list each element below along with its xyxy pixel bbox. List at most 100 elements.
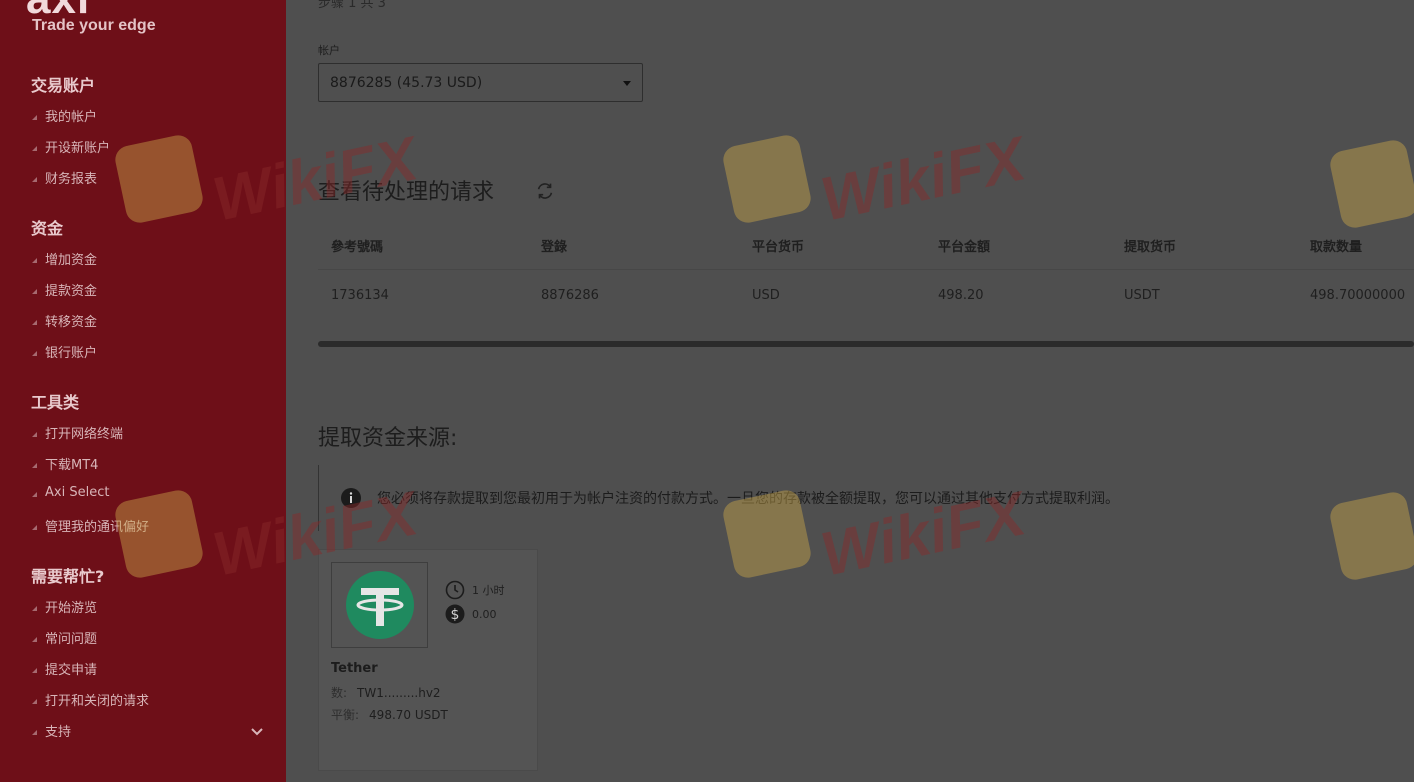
table-horizontal-scrollbar[interactable] bbox=[318, 341, 1414, 347]
section-title-trading-accounts: 交易账户 bbox=[31, 76, 96, 95]
info-notice: 您必须将存款提取到您最初用于为帐户注资的付款方式。一旦您的存款被全额提取，您可以… bbox=[318, 465, 1378, 531]
info-icon bbox=[341, 488, 361, 508]
bullet-icon bbox=[32, 115, 37, 120]
table-cell: 498.70000000 bbox=[1310, 287, 1406, 303]
sidebar: axi Trade your edge 交易账户 我的帐户 开设新账户 财务报表… bbox=[0, 0, 286, 782]
bullet-icon bbox=[32, 606, 37, 611]
withdraw-fee: $ 0.00 bbox=[445, 604, 497, 624]
table-cell: 8876286 bbox=[541, 287, 599, 303]
bullet-icon bbox=[32, 525, 37, 530]
pending-requests-title: 查看待处理的请求 bbox=[318, 180, 495, 205]
bullet-icon bbox=[32, 463, 37, 468]
sidebar-item-submit-request[interactable]: 提交申请 bbox=[32, 659, 97, 678]
sidebar-item-start-tour[interactable]: 开始游览 bbox=[32, 597, 97, 616]
table-cell: USD bbox=[752, 287, 780, 303]
column-header: 取款数量 bbox=[1310, 240, 1363, 255]
withdraw-sources-title: 提取资金来源: bbox=[318, 426, 458, 451]
sidebar-item-withdraw-funds[interactable]: 提款资金 bbox=[32, 280, 97, 299]
dollar-icon: $ bbox=[445, 604, 465, 624]
wallet-number-label: 数: bbox=[331, 686, 348, 700]
bullet-icon bbox=[32, 492, 37, 497]
wallet-balance-label: 平衡: bbox=[331, 708, 360, 722]
main-content: 步骤 1 共 3 帐户 8876285 (45.73 USD) 查看待处理的请求… bbox=[286, 0, 1414, 782]
bullet-icon bbox=[32, 177, 37, 182]
sidebar-item-label: 下载MT4 bbox=[45, 458, 99, 473]
payment-method-card[interactable]: 1 小时 $ 0.00 Tether 数: TW1.........hv2 平衡:… bbox=[318, 549, 538, 771]
column-header: 平台金額 bbox=[938, 240, 991, 255]
column-header: 平台货币 bbox=[752, 240, 805, 255]
bullet-icon bbox=[32, 668, 37, 673]
table-cell: 1736134 bbox=[331, 287, 389, 303]
sidebar-item-label: 开始游览 bbox=[45, 601, 98, 616]
sidebar-item-download-mt4[interactable]: 下载MT4 bbox=[32, 454, 98, 473]
bullet-icon bbox=[32, 289, 37, 294]
sidebar-item-web-terminal[interactable]: 打开网络终端 bbox=[32, 423, 123, 442]
sidebar-item-faq[interactable]: 常问问题 bbox=[32, 628, 97, 647]
pending-requests-table: 參考號碼 登錄 平台货币 平台金額 提取货币 取款数量 1736134 8876… bbox=[318, 222, 1414, 320]
bullet-icon bbox=[32, 730, 37, 735]
tether-logo-box bbox=[331, 562, 428, 648]
column-header: 登錄 bbox=[541, 240, 568, 255]
sidebar-item-label: 提款资金 bbox=[45, 284, 98, 299]
sidebar-item-label: 开设新账户 bbox=[45, 141, 111, 156]
withdraw-fee-value: 0.00 bbox=[472, 607, 497, 621]
sidebar-item-statements[interactable]: 财务报表 bbox=[32, 168, 97, 187]
sidebar-item-support[interactable]: 支持 bbox=[32, 721, 71, 740]
bullet-icon bbox=[32, 637, 37, 642]
sidebar-item-bank-accounts[interactable]: 银行账户 bbox=[32, 342, 97, 361]
account-select[interactable]: 8876285 (45.73 USD) bbox=[318, 63, 643, 102]
wallet-number-value: TW1.........hv2 bbox=[357, 686, 441, 700]
wallet-balance: 平衡: 498.70 USDT bbox=[331, 706, 448, 723]
sidebar-item-axi-select[interactable]: Axi Select bbox=[32, 485, 109, 500]
bullet-icon bbox=[32, 146, 37, 151]
sidebar-item-label: 转移资金 bbox=[45, 315, 98, 330]
sidebar-item-transfer-funds[interactable]: 转移资金 bbox=[32, 311, 97, 330]
bullet-icon bbox=[32, 320, 37, 325]
svg-text:$: $ bbox=[451, 607, 460, 623]
sidebar-item-label: 打开网络终端 bbox=[45, 427, 124, 442]
sidebar-item-label: 管理我的通讯偏好 bbox=[45, 520, 150, 535]
account-label: 帐户 bbox=[318, 44, 340, 57]
tether-icon bbox=[346, 571, 414, 639]
sidebar-item-label: 常问问题 bbox=[45, 632, 98, 647]
sidebar-item-label: 打开和关闭的请求 bbox=[45, 694, 150, 709]
wallet-balance-value: 498.70 USDT bbox=[369, 708, 448, 722]
notice-text: 您必须将存款提取到您最初用于为帐户注资的付款方式。一旦您的存款被全额提取，您可以… bbox=[377, 491, 1119, 507]
bullet-icon bbox=[32, 258, 37, 263]
bullet-icon bbox=[32, 351, 37, 356]
refresh-icon[interactable] bbox=[534, 180, 556, 202]
sidebar-item-label: 财务报表 bbox=[45, 172, 98, 187]
sidebar-item-label: 提交申请 bbox=[45, 663, 98, 678]
bullet-icon bbox=[32, 432, 37, 437]
table-header: 參考號碼 登錄 平台货币 平台金額 提取货币 取款数量 bbox=[318, 222, 1414, 270]
section-title-tools: 工具类 bbox=[31, 393, 80, 412]
processing-time: 1 小时 bbox=[445, 580, 505, 600]
wallet-number: 数: TW1.........hv2 bbox=[331, 684, 441, 701]
section-title-help: 需要帮忙? bbox=[31, 567, 105, 586]
sidebar-item-label: Axi Select bbox=[45, 485, 110, 500]
sidebar-item-my-accounts[interactable]: 我的帐户 bbox=[32, 106, 97, 125]
sidebar-item-open-account[interactable]: 开设新账户 bbox=[32, 137, 110, 156]
column-header: 提取货币 bbox=[1124, 240, 1177, 255]
table-row: 1736134 8876286 USD 498.20 USDT 498.7000… bbox=[318, 270, 1414, 320]
brand-tagline: Trade your edge bbox=[32, 17, 156, 34]
processing-time-value: 1 小时 bbox=[472, 584, 505, 597]
sidebar-item-add-funds[interactable]: 增加资金 bbox=[32, 249, 97, 268]
sidebar-item-comm-preferences[interactable]: 管理我的通讯偏好 bbox=[32, 516, 149, 535]
table-cell: USDT bbox=[1124, 287, 1160, 303]
table-cell: 498.20 bbox=[938, 287, 984, 303]
section-title-funds: 资金 bbox=[31, 219, 64, 238]
sidebar-item-label: 增加资金 bbox=[45, 253, 98, 268]
step-indicator: 步骤 1 共 3 bbox=[318, 0, 386, 11]
sidebar-item-requests[interactable]: 打开和关闭的请求 bbox=[32, 690, 149, 709]
chevron-down-icon[interactable] bbox=[249, 723, 265, 739]
sidebar-item-label: 我的帐户 bbox=[45, 110, 98, 125]
payment-method-name: Tether bbox=[331, 661, 378, 676]
sidebar-item-label: 支持 bbox=[45, 725, 72, 740]
caret-down-icon bbox=[623, 81, 631, 86]
bullet-icon bbox=[32, 699, 37, 704]
column-header: 參考號碼 bbox=[331, 240, 384, 255]
sidebar-item-label: 银行账户 bbox=[45, 346, 98, 361]
clock-icon bbox=[445, 580, 465, 600]
account-select-value: 8876285 (45.73 USD) bbox=[330, 74, 483, 91]
